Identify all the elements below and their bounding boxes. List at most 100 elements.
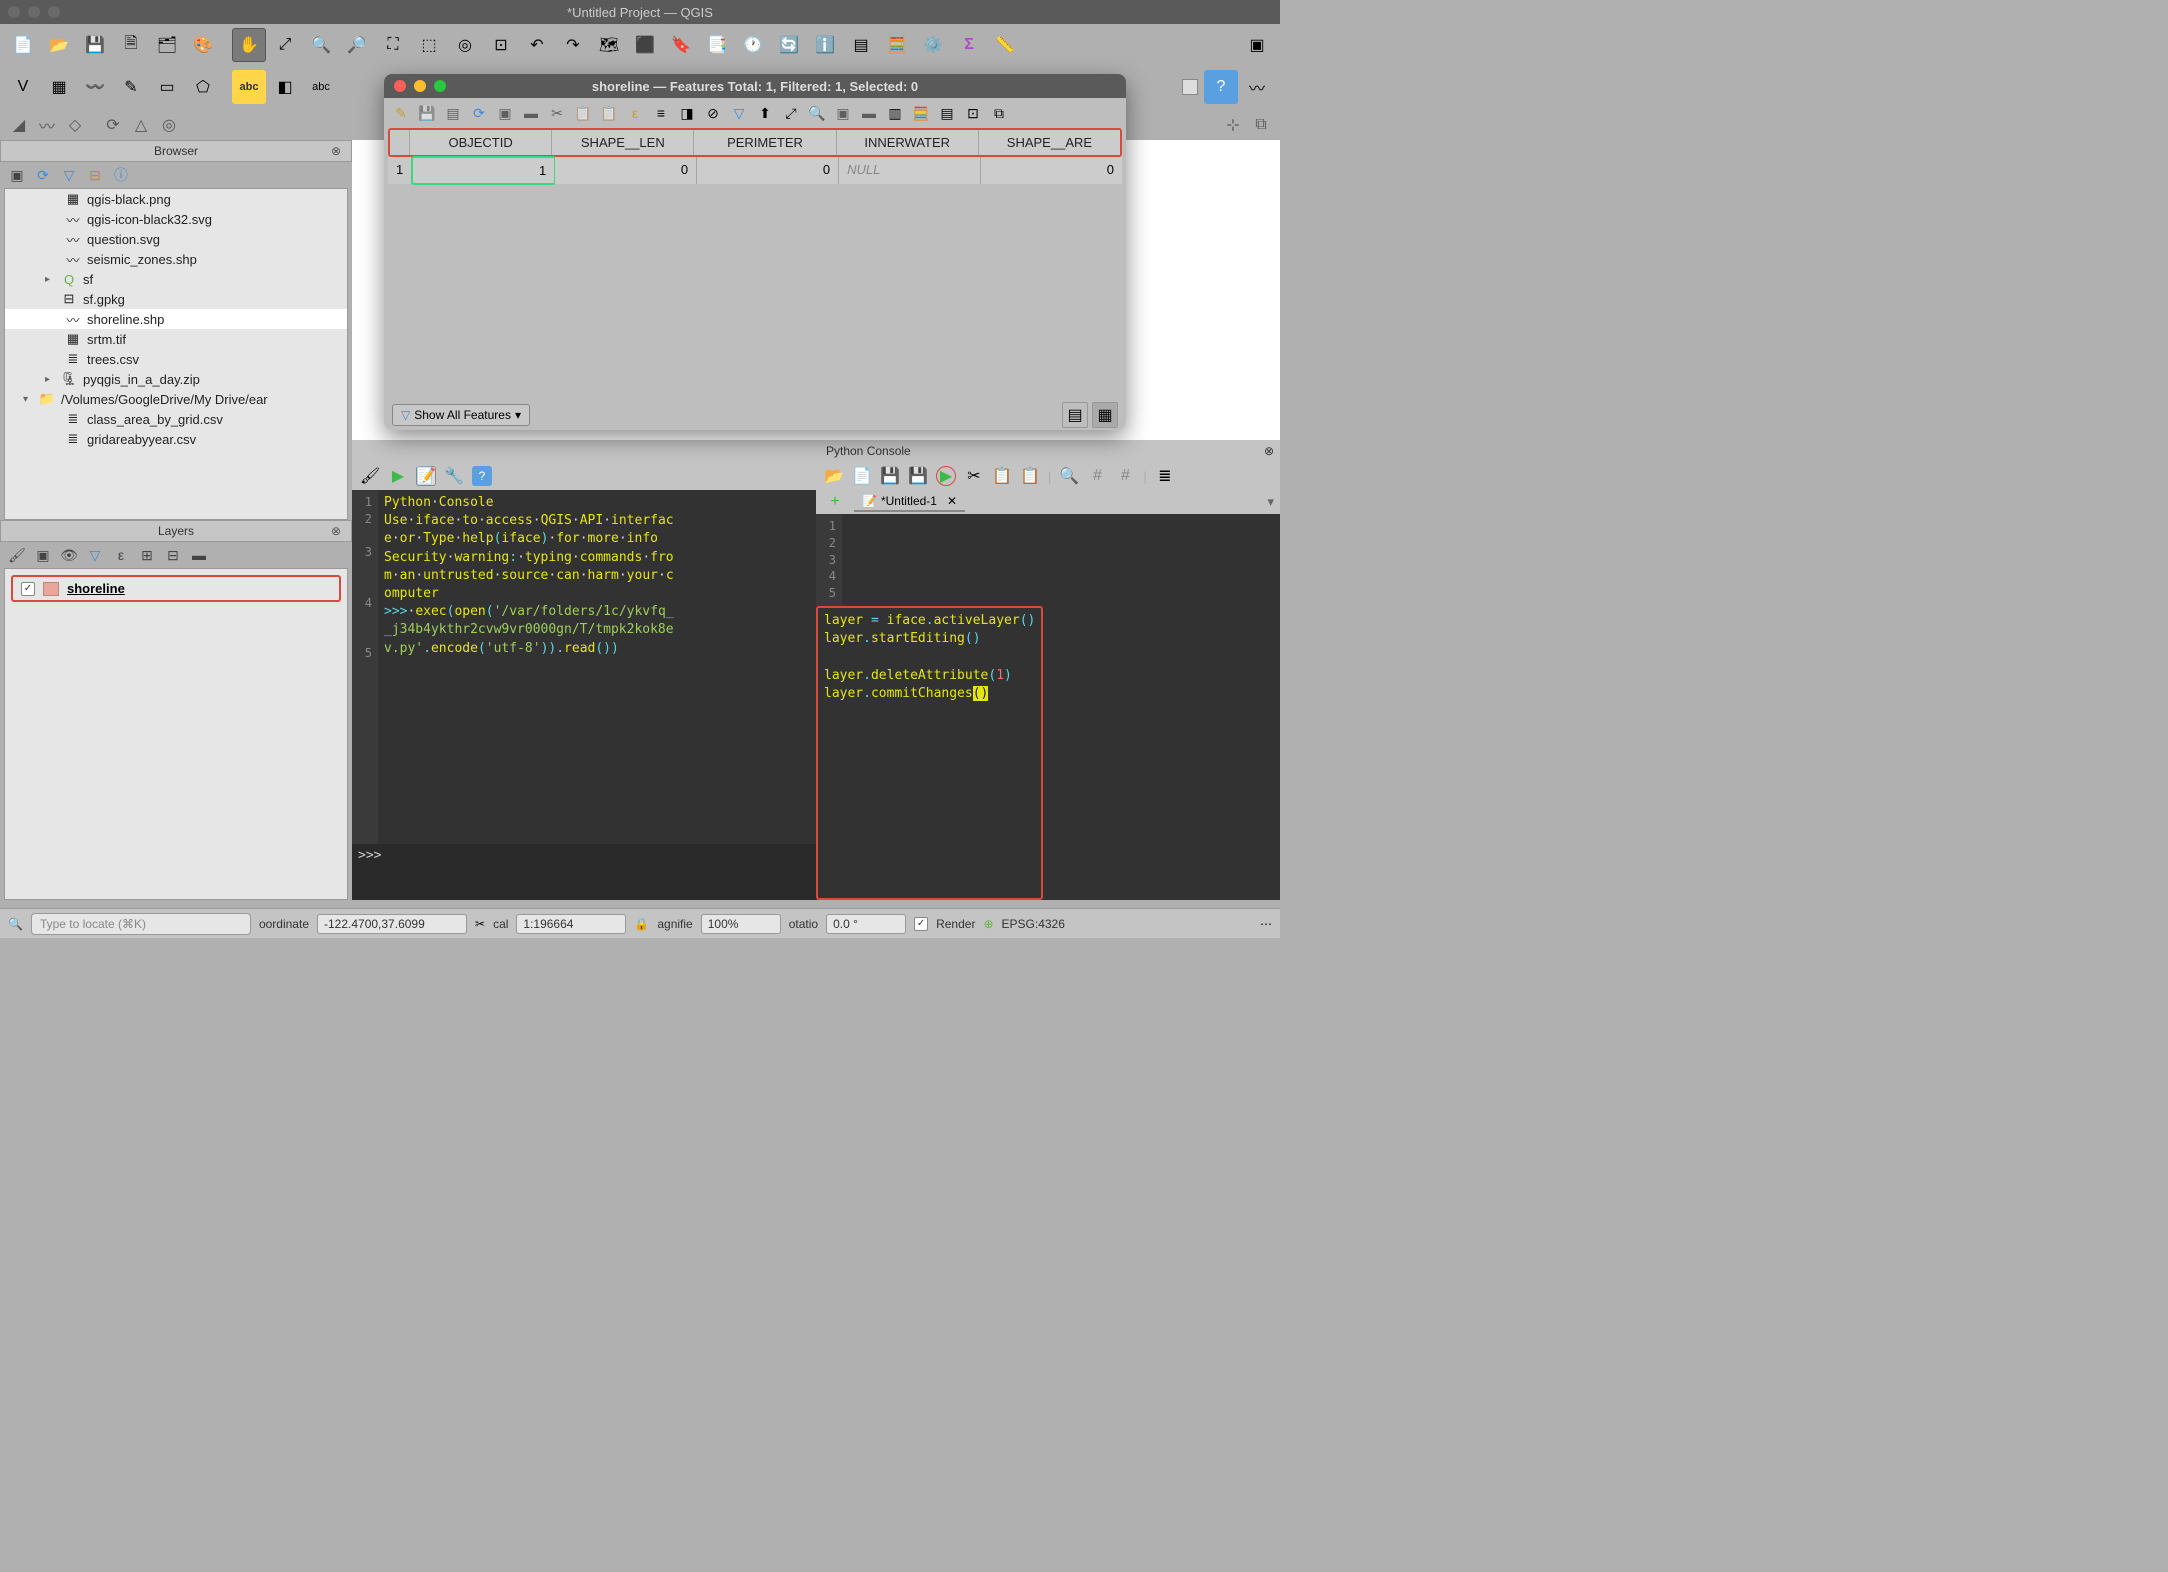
browser-item[interactable]: 〰seismic_zones.shp [5,249,347,269]
tab-overflow-icon[interactable]: ▾ [1267,494,1274,510]
topology-button[interactable]: 〰 [1240,70,1274,104]
browser-item[interactable]: ≣class_area_by_grid.csv [5,409,347,429]
options-button[interactable]: 🔧 [444,466,464,486]
expression-icon[interactable]: ε [112,546,130,564]
add-vector-button[interactable]: V [6,70,40,104]
new-map-view-button[interactable]: 🗺 [592,28,626,62]
zoom-out-button[interactable]: 🔎 [340,28,374,62]
zoom-in-button[interactable]: 🔍 [304,28,338,62]
close-layers-icon[interactable]: ⊗ [331,524,345,538]
zoom-native-button[interactable]: ⊡ [484,28,518,62]
save-script-button[interactable]: 💾 [880,466,900,486]
cell[interactable]: 0 [555,157,697,184]
zoom-to-button[interactable]: 🔍 [806,102,828,124]
select-button[interactable]: ▣ [1240,28,1274,62]
open-project-button[interactable]: 📂 [42,28,76,62]
extent-icon[interactable]: ✂ [475,917,485,931]
maximize-attr-icon[interactable] [434,80,446,92]
move-top-button[interactable]: ⬆ [754,102,776,124]
column-header[interactable]: OBJECTID [410,130,552,155]
expand-icon[interactable]: ▸ [45,274,55,285]
rot-button[interactable]: ⟳ [100,112,126,138]
browser-item[interactable]: 〰question.svg [5,229,347,249]
paste-feat-button[interactable]: 📋 [598,102,620,124]
field-calc-button[interactable]: 🧮 [880,28,914,62]
trace-button[interactable]: 〰 [34,112,60,138]
browser-item[interactable]: ▾📁/Volumes/GoogleDrive/My Drive/ear [5,389,347,409]
new-field-button[interactable]: ▣ [832,102,854,124]
browser-item[interactable]: ▦srtm.tif [5,329,347,349]
organize-cols-button[interactable]: ▥ [884,102,906,124]
stats-button[interactable]: Σ [952,28,986,62]
label-button[interactable]: abc [232,70,266,104]
zoom-last-button[interactable]: ↶ [520,28,554,62]
zoom-layer-button[interactable]: ◎ [448,28,482,62]
attribute-table-window[interactable]: shoreline — Features Total: 1, Filtered:… [384,74,1126,430]
console-input[interactable]: >>> [352,844,816,900]
cut-button[interactable]: ✂ [964,466,984,486]
column-header[interactable]: PERIMETER [694,130,836,155]
identify-button[interactable]: ℹ️ [808,28,842,62]
cell[interactable]: NULL [839,157,981,184]
refresh-button[interactable]: 🔄 [772,28,806,62]
new-bookmark-button[interactable]: 🔖 [664,28,698,62]
messages-icon[interactable]: ⋯ [1260,917,1272,931]
script-editor[interactable]: 12345 layer = iface.activeLayer() layer.… [816,514,1280,900]
edit-polygon-button[interactable]: ⬠ [186,70,220,104]
expand-icon[interactable]: ▾ [23,394,33,405]
pan-to-button[interactable]: ⤢ [780,102,802,124]
paste-button[interactable]: 📋 [1020,466,1040,486]
visibility-icon[interactable]: 👁 [60,546,78,564]
pan-to-selection-button[interactable]: ⤢ [268,28,302,62]
minimize-attr-icon[interactable] [414,80,426,92]
help-button[interactable]: ? [1204,70,1238,104]
layer-row-shoreline[interactable]: ✓ shoreline [11,575,341,602]
layers-tree[interactable]: ✓ shoreline [4,568,348,900]
close-attr-icon[interactable] [394,80,406,92]
style-manager-button[interactable]: 🎨 [186,28,220,62]
attr-data-row[interactable]: 1 1 0 0 NULL 0 [388,157,1122,184]
column-header[interactable]: INNERWATER [837,130,979,155]
cut-button[interactable]: ✂ [546,102,568,124]
browser-item[interactable]: ⊟sf.gpkg [5,289,347,309]
dock-button[interactable]: ⧉ [988,102,1010,124]
zoom-full-button[interactable]: ⛶ [376,28,410,62]
actions-button[interactable]: ⊡ [962,102,984,124]
console-output[interactable]: 12345 Python·Console Use·iface·to·access… [352,490,816,844]
vertex-button[interactable]: ⊹ [1220,112,1246,138]
saveas-script-button[interactable]: 💾 [908,466,928,486]
add-feature-button[interactable]: ▤ [442,102,464,124]
crs-icon[interactable]: ⊕ [983,917,993,931]
browser-item[interactable]: 〰qgis-icon-black32.svg [5,209,347,229]
merge-button[interactable]: ⧉ [1248,112,1274,138]
select-all-button[interactable]: ≡ [650,102,672,124]
rotation-value[interactable]: 0.0 ° [826,914,906,934]
browser-item[interactable]: ≣trees.csv [5,349,347,369]
scale-value[interactable]: 1:196664 [516,914,626,934]
add-button[interactable]: ▣ [494,102,516,124]
refresh-browser-icon[interactable]: ⟳ [34,166,52,184]
locator-input[interactable]: Type to locate (⌘K) [31,913,251,935]
expand-icon[interactable]: ▸ [45,374,55,385]
zoom-next-button[interactable]: ↷ [556,28,590,62]
run-script-button[interactable]: ▶ [936,466,956,486]
copy-sel-button[interactable]: 📋 [572,102,594,124]
properties-browser-icon[interactable]: ⓘ [112,166,130,184]
collapse-all-icon[interactable]: ⊟ [164,546,182,564]
layout-manager-button[interactable]: 🗂 [150,28,184,62]
close-tab-icon[interactable]: ✕ [947,494,957,508]
table-view-button[interactable]: ▦ [1092,402,1118,428]
deselect-button[interactable]: ⊘ [702,102,724,124]
field-calc-attr-button[interactable]: 🧮 [910,102,932,124]
filter-browser-icon[interactable]: ▽ [60,166,78,184]
open-script-button[interactable]: 📂 [824,466,844,486]
browser-item[interactable]: ▦qgis-black.png [5,189,347,209]
form-view-button[interactable]: ▤ [1062,402,1088,428]
browser-item[interactable]: 〰shoreline.shp [5,309,347,329]
show-bookmarks-button[interactable]: 📑 [700,28,734,62]
editor-tab[interactable]: 📝 *Untitled-1 ✕ [854,492,965,512]
delete-button[interactable]: ▬ [520,102,542,124]
ring-button[interactable]: ◎ [156,112,182,138]
coord-value[interactable]: -122.4700,37.6099 [317,914,467,934]
browser-tree[interactable]: ▦qgis-black.png 〰qgis-icon-black32.svg 〰… [4,188,348,520]
